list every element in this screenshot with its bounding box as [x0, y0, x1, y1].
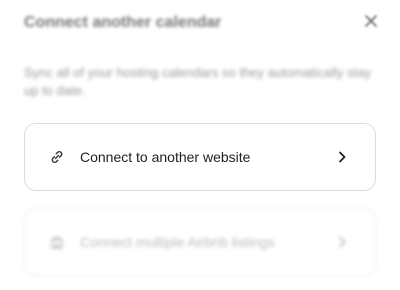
connect-airbnb-listings-label: Connect multiple Airbnb listings — [80, 234, 275, 250]
dialog-header: Connect another calendar — [24, 14, 382, 34]
connect-website-label: Connect to another website — [80, 149, 251, 165]
connect-airbnb-listings-option[interactable]: Connect multiple Airbnb listings — [24, 208, 376, 276]
dialog-description: Sync all of your hosting calendars so th… — [24, 65, 371, 98]
chevron-right-icon — [335, 235, 349, 249]
link-icon — [48, 148, 66, 166]
dialog-title: Connect another calendar — [24, 14, 222, 31]
building-icon — [48, 233, 66, 251]
close-icon — [364, 14, 378, 33]
chevron-right-icon — [335, 150, 349, 164]
close-button[interactable] — [360, 12, 382, 34]
connect-calendar-dialog: Connect another calendar Sync all of you… — [0, 0, 400, 290]
connect-website-option[interactable]: Connect to another website — [24, 123, 376, 191]
